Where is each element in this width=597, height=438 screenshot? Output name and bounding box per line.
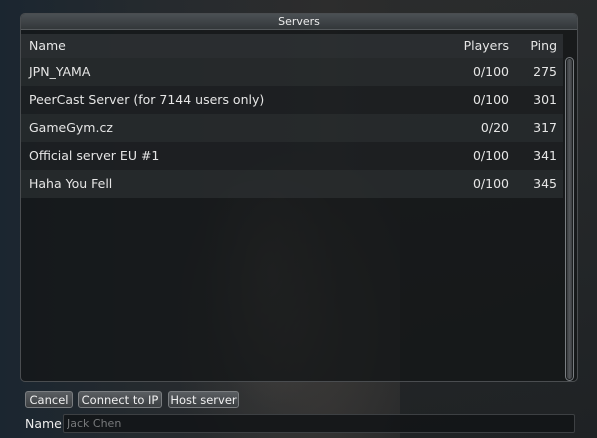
- server-list: JPN_YAMA 0/100 275 PeerCast Server (for …: [21, 58, 563, 198]
- server-ping: 317: [533, 120, 557, 135]
- column-header-ping[interactable]: Ping: [517, 34, 557, 58]
- server-ping: 301: [533, 92, 557, 107]
- server-list-scrollbar[interactable]: [565, 57, 574, 381]
- server-ping: 275: [533, 64, 557, 79]
- server-players: 0/20: [480, 120, 509, 135]
- server-name: GameGym.cz: [29, 120, 113, 135]
- window-title: Servers: [21, 14, 577, 30]
- server-ping: 345: [533, 176, 557, 191]
- name-label: Name: [25, 416, 62, 431]
- server-players: 0/100: [472, 92, 509, 107]
- column-header-name[interactable]: Name: [29, 34, 66, 58]
- list-header: Name Players Ping: [21, 34, 563, 58]
- server-row[interactable]: Official server EU #1 0/100 341: [21, 142, 563, 170]
- server-ping: 341: [533, 148, 557, 163]
- server-name: Official server EU #1: [29, 148, 160, 163]
- name-input[interactable]: [63, 414, 575, 433]
- server-name: Haha You Fell: [29, 176, 113, 191]
- servers-window: Servers Name Players Ping JPN_YAMA 0/100…: [20, 13, 578, 382]
- server-row[interactable]: GameGym.cz 0/20 317: [21, 114, 563, 142]
- server-players: 0/100: [472, 148, 509, 163]
- connect-to-ip-button[interactable]: Connect to IP: [78, 391, 162, 408]
- server-row[interactable]: JPN_YAMA 0/100 275: [21, 58, 563, 86]
- server-players: 0/100: [472, 64, 509, 79]
- server-row[interactable]: Haha You Fell 0/100 345: [21, 170, 563, 198]
- server-name: JPN_YAMA: [29, 64, 91, 79]
- host-server-button[interactable]: Host server: [168, 391, 239, 408]
- server-row[interactable]: PeerCast Server (for 7144 users only) 0/…: [21, 86, 563, 114]
- cancel-button[interactable]: Cancel: [25, 391, 73, 408]
- column-header-players[interactable]: Players: [429, 34, 509, 58]
- scrollbar-thumb[interactable]: [567, 59, 572, 379]
- server-players: 0/100: [472, 176, 509, 191]
- server-name: PeerCast Server (for 7144 users only): [29, 92, 265, 107]
